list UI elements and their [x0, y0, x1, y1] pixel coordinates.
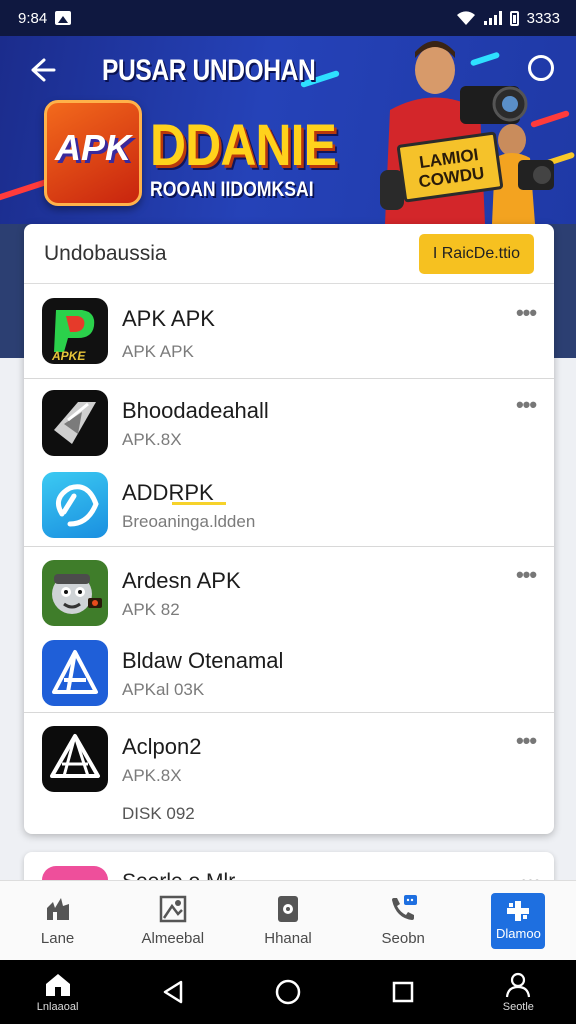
- status-time: 9:84: [18, 9, 48, 27]
- nav-back[interactable]: [138, 979, 208, 1005]
- category-icon: [46, 898, 69, 920]
- hero-banner: PUSAR UNDOHAN APK DDANIE ROOAN IIDOMKSAI…: [0, 36, 576, 224]
- wifi-icon: [456, 11, 475, 25]
- app-meta: APK.8X: [122, 766, 182, 785]
- svg-text:APKE: APKE: [51, 349, 86, 363]
- tab-label: Dlamoo: [496, 926, 541, 941]
- gallery-icon: [55, 11, 72, 25]
- phone-icon: [278, 896, 298, 922]
- back-button[interactable]: [28, 56, 60, 88]
- divider: [24, 378, 554, 379]
- tab-almeebal[interactable]: Almeebal: [115, 881, 230, 960]
- app-meta: APKal 03K: [122, 680, 205, 699]
- card-header: Undobaussia I RaicDe.ttio: [24, 224, 554, 284]
- card-title: Undobaussia: [44, 241, 167, 265]
- square-recents-icon: [392, 981, 414, 1003]
- tab-label: Hhanal: [264, 930, 312, 947]
- disk-usage: DISK 092: [122, 804, 195, 823]
- app-meta: Breoaninga.ldden: [122, 512, 256, 531]
- nav-home-circle[interactable]: [253, 978, 323, 1006]
- grid-icon: [507, 901, 530, 921]
- logo-text: APK: [55, 127, 132, 168]
- divider: [24, 546, 554, 547]
- app-icon: [42, 472, 108, 538]
- divider: [24, 712, 554, 713]
- profile-ring-button[interactable]: [528, 55, 554, 81]
- tab-label: Seobn: [381, 930, 425, 947]
- app-icon: [42, 390, 108, 456]
- nav-home-label: Lnlaaoal: [36, 1000, 79, 1013]
- signal-icon: [483, 11, 502, 25]
- app-meta: APK 82: [122, 600, 180, 619]
- home-icon: [45, 973, 70, 996]
- list-item[interactable]: Aclpon2 APK.8X •••: [24, 724, 554, 800]
- tab-label: Almeebal: [141, 930, 205, 947]
- app-name: APK APK: [122, 306, 215, 331]
- tab-hhanal[interactable]: Hhanal: [230, 881, 345, 960]
- image-icon: [159, 895, 187, 923]
- app-name: Ardesn APK: [122, 568, 241, 593]
- nav-profile-label: Seotle: [502, 1000, 534, 1013]
- app-list-card: Undobaussia I RaicDe.ttio APKE APK APK A…: [24, 224, 554, 834]
- banner-heading: PUSAR UNDOHAN: [102, 54, 316, 87]
- active-tab-highlight: Dlamoo: [491, 892, 546, 949]
- more-options-icon[interactable]: •••: [512, 302, 540, 326]
- app-name: Bhoodadeahall: [122, 398, 269, 423]
- nav-home[interactable]: Lnlaaoal: [23, 972, 93, 1013]
- brand-title: DDANIE: [150, 113, 337, 178]
- app-name: Bldaw Otenamal: [122, 648, 284, 673]
- battery-text: 3333: [526, 9, 560, 27]
- tab-lane[interactable]: Lane: [0, 881, 115, 960]
- list-item[interactable]: Bhoodadeahall APK.8X •••: [24, 390, 554, 466]
- tab-seobn[interactable]: Seobn: [346, 881, 461, 960]
- list-item[interactable]: ADDRPK Breoaninga.ldden: [24, 472, 554, 542]
- app-meta: APK APK: [122, 342, 194, 361]
- nav-profile[interactable]: Seotle: [483, 972, 553, 1013]
- list-item[interactable]: APKE APK APK APK APK •••: [24, 296, 554, 378]
- tab-label: Lane: [40, 930, 75, 947]
- system-nav-bar: Lnlaaoal Seotle: [0, 960, 576, 1024]
- bottom-tab-bar: Lane Almeebal Hhanal Seobn Dlamoo: [0, 880, 576, 960]
- more-options-icon[interactable]: •••: [512, 730, 540, 754]
- arrow-left-icon: [31, 58, 56, 82]
- app-meta: APK.8X: [122, 430, 182, 449]
- call-chat-icon: [392, 895, 418, 920]
- highlight-underline: [172, 502, 226, 505]
- status-bar: 9:84 3333: [0, 0, 576, 36]
- app-icon: APKE: [42, 298, 108, 364]
- list-item[interactable]: Bldaw Otenamal APKal 03K: [24, 640, 554, 710]
- app-icon: [42, 560, 108, 626]
- brand-subtitle: ROOAN IIDOMKSAI: [150, 178, 314, 201]
- cta-button[interactable]: I RaicDe.ttio: [418, 233, 534, 274]
- nav-recents[interactable]: [368, 980, 438, 1004]
- more-options-icon[interactable]: •••: [512, 564, 540, 588]
- list-item[interactable]: Ardesn APK APK 82 •••: [24, 558, 554, 634]
- app-icon: [42, 726, 108, 792]
- battery-icon: [509, 10, 519, 26]
- person-icon: [506, 972, 531, 997]
- more-options-icon[interactable]: •••: [512, 394, 540, 418]
- tab-dlamoo[interactable]: Dlamoo: [461, 881, 576, 960]
- app-icon: [42, 640, 108, 706]
- app-name: Aclpon2: [122, 734, 202, 759]
- triangle-back-icon: [163, 980, 183, 1004]
- circle-home-icon: [275, 979, 301, 1005]
- app-logo: APK: [44, 100, 142, 206]
